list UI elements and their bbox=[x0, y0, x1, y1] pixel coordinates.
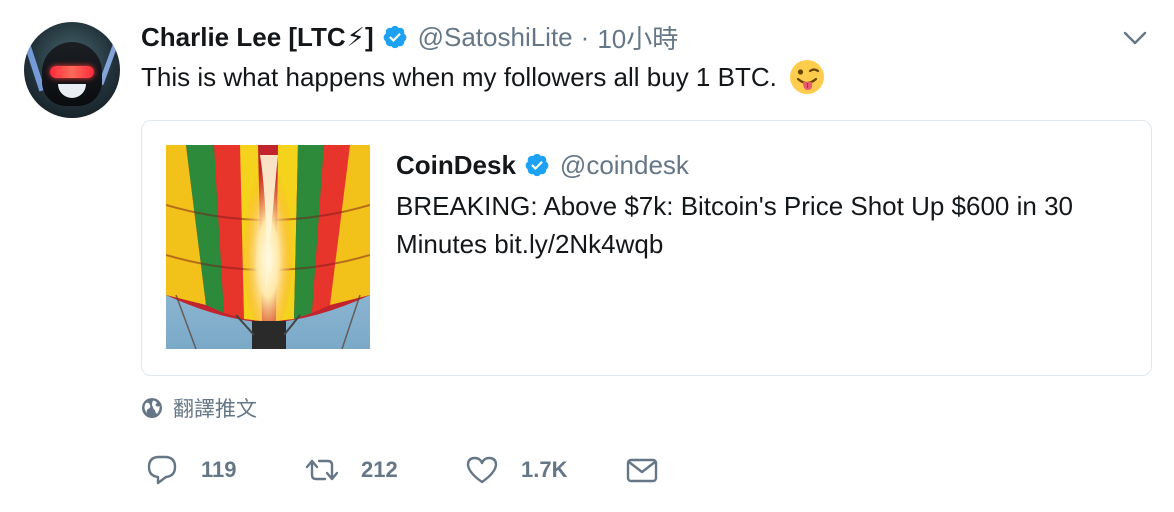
translate-label: 翻譯推文 bbox=[173, 398, 257, 421]
tweet-header: Charlie Lee [LTC⚡] @SatoshiLite · 10小時 bbox=[141, 20, 678, 54]
author-avatar[interactable] bbox=[24, 22, 120, 118]
quoted-tweet-body: CoinDesk @coindesk BREAKING: Above $7k: … bbox=[396, 145, 1136, 263]
translate-tweet-link[interactable]: 翻譯推文 bbox=[141, 394, 257, 422]
quoted-author-name[interactable]: CoinDesk bbox=[396, 150, 516, 181]
like-count: 1.7K bbox=[521, 457, 568, 482]
retweet-button[interactable]: 212 bbox=[305, 452, 398, 488]
author-handle[interactable]: @SatoshiLite bbox=[418, 22, 573, 53]
hot-air-balloon-image bbox=[166, 145, 370, 349]
heart-icon bbox=[466, 456, 498, 484]
reply-count: 119 bbox=[201, 457, 237, 482]
author-name[interactable]: Charlie Lee [LTC⚡] bbox=[141, 22, 374, 53]
separator-dot: · bbox=[580, 21, 590, 52]
retweet-count: 212 bbox=[361, 457, 398, 482]
reply-icon bbox=[147, 455, 177, 485]
envelope-icon bbox=[626, 458, 658, 483]
verified-badge-icon bbox=[525, 153, 549, 177]
quoted-tweet[interactable]: CoinDesk @coindesk BREAKING: Above $7k: … bbox=[141, 120, 1152, 376]
winking-tongue-emoji-icon bbox=[789, 60, 824, 94]
quoted-author-handle[interactable]: @coindesk bbox=[560, 150, 689, 181]
quoted-tweet-text: BREAKING: Above $7k: Bitcoin's Price Sho… bbox=[396, 191, 1073, 259]
quoted-tweet-image bbox=[166, 145, 370, 349]
like-button[interactable]: 1.7K bbox=[465, 452, 567, 488]
tweet-timestamp[interactable]: 10小時 bbox=[597, 19, 678, 56]
reply-button[interactable]: 119 bbox=[145, 452, 237, 488]
tweet-body: This is what happens when my followers a… bbox=[141, 62, 777, 92]
direct-message-button[interactable] bbox=[625, 452, 659, 488]
globe-icon bbox=[142, 398, 162, 418]
verified-badge-icon bbox=[383, 25, 406, 49]
lightning-emoji: ⚡ bbox=[346, 21, 365, 52]
avatar-visor bbox=[50, 66, 94, 78]
quoted-tweet-header: CoinDesk @coindesk bbox=[396, 145, 1136, 185]
chevron-down-icon[interactable] bbox=[1122, 28, 1148, 48]
retweet-icon bbox=[305, 459, 339, 481]
tweet-text: This is what happens when my followers a… bbox=[141, 58, 825, 96]
